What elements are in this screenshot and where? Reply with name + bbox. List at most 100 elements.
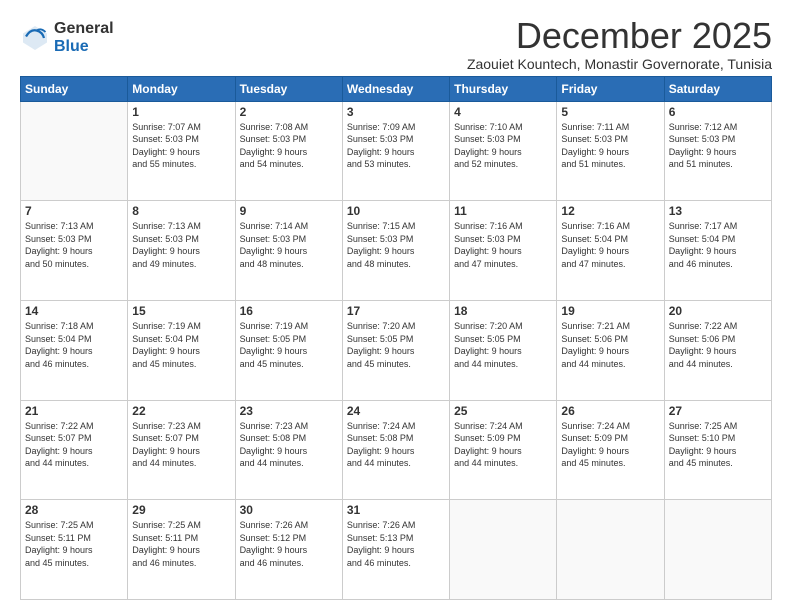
- table-row: 3 Sunrise: 7:09 AM Sunset: 5:03 PM Daylight…: [342, 101, 449, 201]
- daylight-minutes-text: and 44 minutes.: [347, 458, 411, 468]
- calendar-week-row: 14Sunrise: 7:18 AMSunset: 5:04 PMDayligh…: [21, 300, 772, 400]
- day-info: Sunrise: 7:16 AMSunset: 5:04 PMDaylight:…: [561, 220, 659, 270]
- daylight-minutes-text: and 46 minutes.: [240, 558, 304, 568]
- sunset-text: Sunset: 5:06 PM: [669, 334, 736, 344]
- subtitle: Zaouiet Kountech, Monastir Governorate, …: [467, 56, 772, 72]
- day-info: Sunrise: 7:15 AM Sunset: 5:03 PM Daylight:…: [347, 220, 445, 270]
- daylight-hours-text: Daylight: 9 hours: [347, 147, 415, 157]
- sunrise-text: Sunrise: 7:12 AM: [669, 122, 738, 132]
- sunset-text: Sunset: 5:04 PM: [561, 234, 628, 244]
- daylight-hours-text: Daylight: 9 hours: [454, 346, 522, 356]
- header-wednesday: Wednesday: [342, 76, 449, 101]
- sunset-text: Sunset: 5:05 PM: [454, 334, 521, 344]
- daylight-minutes-text: and 50 minutes.: [25, 259, 89, 269]
- sunset-text: Sunset: 5:03 PM: [347, 234, 414, 244]
- daylight-hours-text: Daylight: 9 hours: [25, 346, 93, 356]
- calendar-week-row: 21Sunrise: 7:22 AMSunset: 5:07 PMDayligh…: [21, 400, 772, 500]
- sunrise-text: Sunrise: 7:23 AM: [240, 421, 309, 431]
- table-row: 25Sunrise: 7:24 AMSunset: 5:09 PMDayligh…: [450, 400, 557, 500]
- calendar-week-row: 28Sunrise: 7:25 AMSunset: 5:11 PMDayligh…: [21, 500, 772, 600]
- day-info: Sunrise: 7:26 AMSunset: 5:12 PMDaylight:…: [240, 519, 338, 569]
- day-info: Sunrise: 7:16 AMSunset: 5:03 PMDaylight:…: [454, 220, 552, 270]
- day-number: 31: [347, 503, 445, 517]
- sunset-text: Sunset: 5:03 PM: [347, 134, 414, 144]
- main-title: December 2025: [467, 16, 772, 56]
- day-number: 3: [347, 105, 445, 119]
- day-info: Sunrise: 7:25 AMSunset: 5:11 PMDaylight:…: [132, 519, 230, 569]
- sunset-text: Sunset: 5:12 PM: [240, 533, 307, 543]
- daylight-hours-text: Daylight: 9 hours: [454, 147, 522, 157]
- day-number: 5: [561, 105, 659, 119]
- day-info: Sunrise: 7:17 AMSunset: 5:04 PMDaylight:…: [669, 220, 767, 270]
- daylight-minutes-text: and 53 minutes.: [347, 159, 411, 169]
- sunset-text: Sunset: 5:05 PM: [347, 334, 414, 344]
- sunrise-text: Sunrise: 7:21 AM: [561, 321, 630, 331]
- day-number: 24: [347, 404, 445, 418]
- day-info: Sunrise: 7:19 AMSunset: 5:04 PMDaylight:…: [132, 320, 230, 370]
- daylight-minutes-text: and 46 minutes.: [669, 259, 733, 269]
- day-number: 27: [669, 404, 767, 418]
- day-info: Sunrise: 7:23 AMSunset: 5:07 PMDaylight:…: [132, 420, 230, 470]
- sunrise-text: Sunrise: 7:15 AM: [347, 221, 416, 231]
- header-thursday: Thursday: [450, 76, 557, 101]
- header-saturday: Saturday: [664, 76, 771, 101]
- calendar-week-row: 1Sunrise: 7:07 AMSunset: 5:03 PMDaylight…: [21, 101, 772, 201]
- daylight-hours-text: Daylight: 9 hours: [347, 446, 415, 456]
- sunrise-text: Sunrise: 7:22 AM: [669, 321, 738, 331]
- logo-general-text: General: [54, 20, 114, 38]
- table-row: 29 Sunrise: 7:25 AMSunset: 5:11 PMDayligh…: [128, 500, 235, 600]
- day-info: Sunrise: 7:20 AMSunset: 5:05 PMDaylight:…: [454, 320, 552, 370]
- sunrise-text: Sunrise: 7:26 AM: [347, 520, 416, 530]
- daylight-hours-text: Daylight: 9 hours: [132, 545, 200, 555]
- daylight-minutes-text: and 44 minutes.: [669, 359, 733, 369]
- sunset-text: Sunset: 5:11 PM: [25, 533, 91, 543]
- daylight-minutes-text: and 48 minutes.: [240, 259, 304, 269]
- table-row: 19Sunrise: 7:21 AMSunset: 5:06 PMDayligh…: [557, 300, 664, 400]
- day-number: 13: [669, 204, 767, 218]
- sunrise-text: Sunrise: 7:11 AM: [561, 122, 629, 132]
- daylight-hours-text: Daylight: 9 hours: [669, 346, 737, 356]
- daylight-minutes-text: and 44 minutes.: [454, 359, 518, 369]
- table-row: 11Sunrise: 7:16 AMSunset: 5:03 PMDayligh…: [450, 201, 557, 301]
- table-row: 10 Sunrise: 7:15 AM Sunset: 5:03 PM Dayligh…: [342, 201, 449, 301]
- day-number: 25: [454, 404, 552, 418]
- daylight-hours-text: Daylight: 9 hours: [240, 446, 308, 456]
- table-row: 30Sunrise: 7:26 AMSunset: 5:12 PMDayligh…: [235, 500, 342, 600]
- daylight-minutes-text: and 44 minutes.: [240, 458, 304, 468]
- sunset-text: Sunset: 5:03 PM: [240, 234, 307, 244]
- sunset-text: Sunset: 5:08 PM: [347, 433, 414, 443]
- sunset-text: Sunset: 5:03 PM: [132, 134, 199, 144]
- day-info: Sunrise: 7:24 AMSunset: 5:09 PMDaylight:…: [561, 420, 659, 470]
- daylight-hours-text: Daylight: 9 hours: [669, 147, 737, 157]
- day-number: 29: [132, 503, 230, 517]
- daylight-minutes-text: and 48 minutes.: [347, 259, 411, 269]
- day-info: Sunrise: 7:13 AMSunset: 5:03 PMDaylight:…: [25, 220, 123, 270]
- header-monday: Monday: [128, 76, 235, 101]
- table-row: 17Sunrise: 7:20 AMSunset: 5:05 PMDayligh…: [342, 300, 449, 400]
- daylight-minutes-text: and 44 minutes.: [561, 359, 625, 369]
- sunrise-text: Sunrise: 7:16 AM: [454, 221, 523, 231]
- day-info: Sunrise: 7:07 AMSunset: 5:03 PMDaylight:…: [132, 121, 230, 171]
- day-info: Sunrise: 7:10 AMSunset: 5:03 PMDaylight:…: [454, 121, 552, 171]
- day-info: Sunrise: 7:14 AMSunset: 5:03 PMDaylight:…: [240, 220, 338, 270]
- sunrise-text: Sunrise: 7:25 AM: [669, 421, 738, 431]
- sunrise-text: Sunrise: 7:09 AM: [347, 122, 416, 132]
- daylight-hours-text: Daylight: 9 hours: [347, 246, 415, 256]
- sunset-text: Sunset: 5:08 PM: [240, 433, 307, 443]
- daylight-hours-text: Daylight: 9 hours: [240, 346, 308, 356]
- sunrise-text: Sunrise: 7:24 AM: [561, 421, 630, 431]
- table-row: 24Sunrise: 7:24 AMSunset: 5:08 PMDayligh…: [342, 400, 449, 500]
- day-info: Sunrise: 7:21 AMSunset: 5:06 PMDaylight:…: [561, 320, 659, 370]
- daylight-minutes-text: and 45 minutes.: [25, 558, 89, 568]
- daylight-hours-text: Daylight: 9 hours: [347, 346, 415, 356]
- daylight-hours-text: Daylight: 9 hours: [454, 446, 522, 456]
- table-row: 23Sunrise: 7:23 AMSunset: 5:08 PMDayligh…: [235, 400, 342, 500]
- day-number: 10: [347, 204, 445, 218]
- daylight-hours-text: Daylight: 9 hours: [240, 246, 308, 256]
- sunrise-text: Sunrise: 7:24 AM: [454, 421, 523, 431]
- table-row: 9Sunrise: 7:14 AMSunset: 5:03 PMDaylight…: [235, 201, 342, 301]
- sunset-text: Sunset: 5:07 PM: [132, 433, 199, 443]
- sunset-text: Sunset: 5:07 PM: [25, 433, 92, 443]
- daylight-minutes-text: and 46 minutes.: [132, 558, 196, 568]
- sunrise-text: Sunrise: 7:19 AM: [132, 321, 201, 331]
